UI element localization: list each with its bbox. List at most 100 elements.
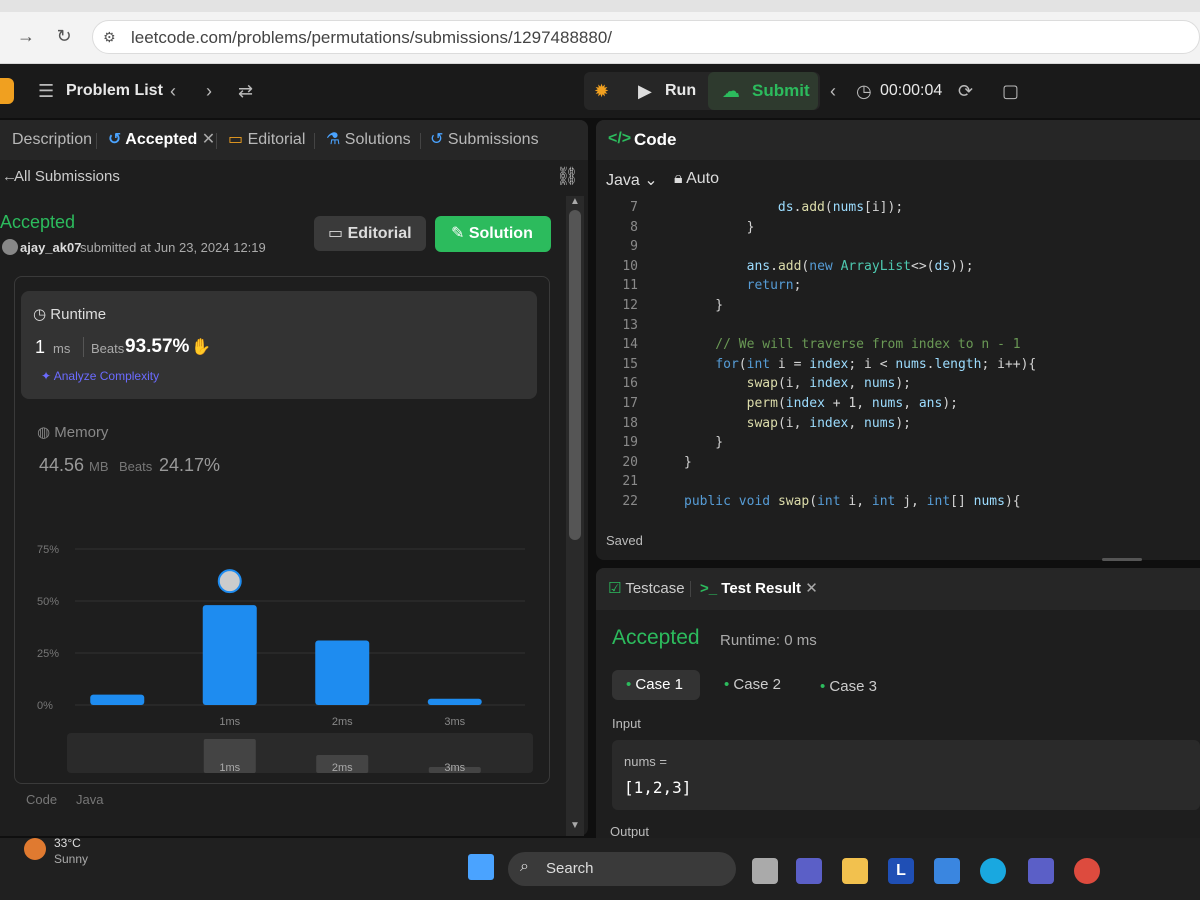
case-1-tab[interactable]: • Case 1 [612,670,700,700]
reset-timer-icon[interactable]: ⟳ [958,78,973,104]
app-l-icon[interactable]: L [888,858,914,884]
close-tab-icon[interactable]: ✕ [801,580,818,597]
edge-icon[interactable] [980,858,1006,884]
close-tab-icon[interactable]: ✕ [202,131,215,148]
your-submission-marker[interactable] [217,569,242,594]
code-line[interactable]: 7 ds.add(nums[i]); [596,198,1200,218]
test-panel: ☑ Testcase >_ Test Result ✕ Accepted Run… [596,568,1200,848]
line-number: 18 [622,415,638,431]
all-submissions-link[interactable]: All Submissions [14,168,120,185]
auto-mode[interactable]: 🔒︎ Auto [674,170,719,188]
tab-test-result[interactable]: >_ Test Result ✕ [700,579,818,597]
code-text: ds.add(nums[i]); [777,200,904,215]
scroll-down-icon[interactable]: ▼ [570,820,580,831]
code-line[interactable]: 19 } [596,433,1200,453]
timer-icon[interactable]: ◷ [856,78,872,104]
code-title: Code [634,130,677,149]
notes-icon[interactable]: ▢ [1002,78,1019,104]
url-text: leetcode.com/problems/permutations/submi… [131,28,612,47]
memory-beats-label: Beats [119,459,153,474]
leetcode-toolbar: ☰ Problem List ‹ › ⇄ ✹ ▶ Run ☁ Submit ‹ … [0,64,1200,118]
taskbar-search[interactable]: ⌕ Search [508,852,736,886]
leetcode-logo[interactable] [0,78,14,104]
mail-icon[interactable] [934,858,960,884]
run-button[interactable]: Run [665,74,696,108]
scrollbar[interactable]: ▲ ▼ [566,196,584,836]
analyze-complexity-link[interactable]: ✦ Analyze Complexity [41,369,159,383]
code-line[interactable]: 15 for(int i = index; i < nums.length; i… [596,355,1200,375]
line-number: 8 [630,219,638,235]
code-line[interactable]: 9 [596,237,1200,257]
debug-icon[interactable]: ✹ [594,78,609,104]
auto-mode-label: Auto [686,170,719,187]
bar-0ms[interactable] [90,694,145,705]
submit-button[interactable]: ☁ Submit [708,72,818,110]
reload-icon[interactable]: ↻ [54,26,74,46]
play-icon[interactable]: ▶ [638,78,652,104]
tab-editorial[interactable]: ▭ Editorial [228,129,305,151]
next-problem-icon[interactable]: › [206,78,212,104]
address-bar[interactable]: ⚙ leetcode.com/problems/permutations/sub… [92,20,1200,54]
tab-testcase[interactable]: ☑ Testcase [608,579,685,597]
site-settings-icon[interactable]: ⚙ [103,29,116,46]
memory-title[interactable]: ◍ Memory [37,423,108,441]
scrollbar-thumb[interactable] [569,210,581,540]
code-line[interactable]: 20} [596,453,1200,473]
case-2-tab[interactable]: • Case 2 [724,676,781,693]
shuffle-icon[interactable]: ⇄ [238,78,253,104]
tab-submissions[interactable]: ↺ Submissions [430,129,539,151]
code-line[interactable]: 13 [596,316,1200,336]
code-line[interactable]: 22 public void swap(int i, int j, int[] n… [596,492,1200,512]
code-line[interactable]: 21 [596,472,1200,492]
code-line[interactable]: 18 swap(i, index, nums); [596,414,1200,434]
code-text: } [684,219,755,235]
runtime-title-label: Runtime [50,306,107,323]
file-explorer-icon[interactable] [842,858,868,884]
avatar[interactable] [2,239,18,255]
history-icon: ↺ [430,131,444,148]
code-line[interactable]: 17 perm(index + 1, nums, ans); [596,394,1200,414]
code-line[interactable]: 16 swap(i, index, nums); [596,374,1200,394]
collapse-icon[interactable]: ‹ [830,78,836,104]
weather-sun-icon[interactable] [24,838,46,860]
bar-1ms[interactable] [202,605,257,705]
editorial-button[interactable]: ▭ Editorial [314,216,426,251]
code-label: Code [26,792,58,807]
case-3-tab[interactable]: • Case 3 [820,678,877,695]
tab-accepted[interactable]: ↺ Accepted ✕ [108,129,215,151]
browser-chrome: → ↻ ⚙ leetcode.com/problems/permutations… [0,0,1200,64]
problem-list-link[interactable]: Problem List [66,74,163,108]
code-panel: </> Code Java ⌄ 🔒︎ Auto 7 ds.add(nums[i]… [596,120,1200,561]
code-line[interactable]: 10 ans.add(new ArrayList<>(ds)); [596,257,1200,277]
teams-chat-icon[interactable] [796,858,822,884]
code-line[interactable]: 8 } [596,218,1200,238]
windows-start-icon[interactable] [468,854,494,880]
runtime-title: ◷ Runtime [33,305,106,323]
tab-description[interactable]: Description [12,129,92,151]
code-line[interactable]: 12 } [596,296,1200,316]
code-line[interactable]: 14 // We will traverse from index to n -… [596,335,1200,355]
code-line[interactable]: 11 return; [596,276,1200,296]
username[interactable]: ajay_ak07 [20,240,81,255]
chrome-icon[interactable] [1074,858,1100,884]
list-icon[interactable]: ☰ [38,78,54,104]
input-box[interactable]: nums = [1,2,3] [612,740,1200,810]
forward-icon[interactable]: → [16,26,36,46]
bar-3ms[interactable] [427,698,482,705]
solution-button[interactable]: ✎ Solution [435,216,551,252]
bar-2ms[interactable] [315,640,370,705]
input-var-value: [1,2,3] [624,778,692,797]
scroll-up-icon[interactable]: ▲ [570,196,580,207]
runtime-unit: ms [53,341,71,356]
language-select[interactable]: Java ⌄ [606,170,658,190]
code-text: public void swap(int i, int j, int[] num… [684,494,1021,509]
resize-handle[interactable] [1102,558,1142,561]
tab-test-result-label: Test Result [721,580,802,597]
runtime-distribution-chart: 75% 50% 25% 0% 1ms 2ms 3ms 1ms 2ms 3ms [37,544,533,774]
prev-problem-icon[interactable]: ‹ [170,78,176,104]
teams-icon[interactable] [1028,858,1054,884]
link-icon[interactable]: ⛓ [556,166,579,187]
tab-solutions[interactable]: ⚗ Solutions [326,129,411,151]
runtime-box[interactable]: ◷ Runtime 1 ms Beats 93.57% ✋ ✦ Analyze … [21,291,537,399]
task-view-icon[interactable] [752,858,778,884]
